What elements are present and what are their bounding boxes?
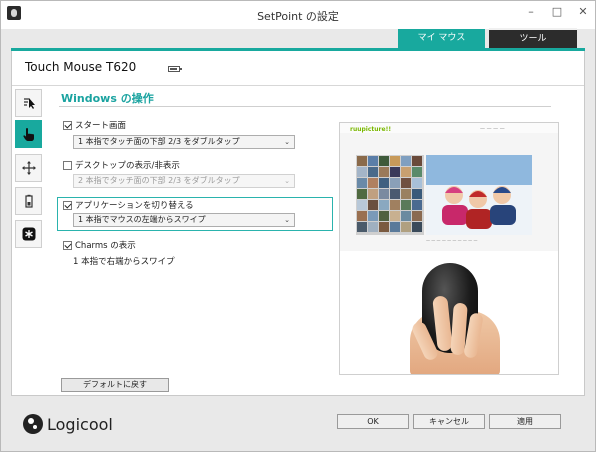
- start-screen-select-value: 1 本指でタッチ面の下部 2/3 をダブルタップ: [78, 137, 240, 146]
- move-arrows-icon: [22, 161, 36, 175]
- chevron-down-icon: ⌄: [284, 216, 290, 224]
- section-divider: [59, 106, 551, 107]
- tab-my-mouse[interactable]: マイ マウス: [398, 29, 485, 48]
- app-switch-select[interactable]: 1 本指でマウスの左端からスワイプ ⌄: [73, 213, 295, 227]
- sidebar-item-pointer[interactable]: [15, 89, 42, 117]
- setpoint-window: SetPoint の設定 – □ ✕ マイ マウス ツール Touch Mous…: [0, 0, 596, 452]
- charms-label: Charms の表示: [75, 241, 136, 251]
- desktop-toggle-checkbox[interactable]: [63, 160, 72, 170]
- app-switch-label: アプリケーションを切り替える: [75, 201, 194, 211]
- tab-tools[interactable]: ツール: [489, 28, 577, 49]
- hand-touch-icon: [23, 128, 34, 141]
- title-bar: SetPoint の設定 – □ ✕: [1, 1, 595, 29]
- desktop-toggle-label: デスクトップの表示/非表示: [75, 161, 180, 171]
- kids-in-snow-photo: [426, 155, 532, 235]
- preview-featured-photo: [426, 155, 532, 235]
- window-title: SetPoint の設定: [257, 10, 339, 23]
- app-switch-option[interactable]: アプリケーションを切り替える: [63, 199, 194, 211]
- maximize-button[interactable]: □: [544, 2, 570, 22]
- logicool-logo-icon: [23, 414, 43, 434]
- desktop-toggle-select-value: 2 本指でタッチ面の下部 2/3 をダブルタップ: [78, 176, 240, 185]
- start-screen-checkbox[interactable]: [63, 120, 72, 130]
- sidebar-item-battery[interactable]: [15, 187, 42, 215]
- sidebar-item-other[interactable]: [15, 220, 42, 248]
- close-button[interactable]: ✕: [570, 2, 596, 22]
- section-title: Windows の操作: [61, 92, 154, 105]
- gesture-preview: ruupicture!! — — — — — — — — — — — — — —: [339, 122, 559, 375]
- preview-gesture-area: [340, 251, 558, 374]
- charms-checkbox[interactable]: [63, 240, 72, 250]
- start-screen-label: スタート画面: [75, 121, 127, 131]
- start-screen-option[interactable]: スタート画面: [63, 119, 126, 131]
- apply-button[interactable]: 適用: [489, 414, 561, 429]
- restore-defaults-button[interactable]: デフォルトに戻す: [61, 378, 169, 392]
- minimize-button[interactable]: –: [518, 2, 544, 22]
- preview-caption: — — — — — — — — — —: [426, 238, 478, 243]
- cancel-button[interactable]: キャンセル: [413, 414, 485, 429]
- logicool-logo-text: Logicool: [47, 414, 113, 434]
- pointer-speed-icon: [24, 98, 35, 109]
- preview-site-logo: ruupicture!!: [350, 126, 392, 133]
- asterisk-icon: [22, 227, 36, 241]
- chevron-down-icon: ⌄: [284, 177, 290, 185]
- app-switch-select-value: 1 本指でマウスの左端からスワイプ: [78, 215, 206, 224]
- charms-option[interactable]: Charms の表示: [63, 239, 136, 251]
- preview-site-nav: — — — —: [480, 126, 505, 132]
- logicool-logo: Logicool: [23, 414, 113, 434]
- preview-thumbnail-grid: [356, 155, 424, 235]
- sidebar-item-touch[interactable]: [15, 120, 42, 148]
- ok-button[interactable]: OK: [337, 414, 409, 429]
- desktop-toggle-select: 2 本指でタッチ面の下部 2/3 をダブルタップ ⌄: [73, 174, 295, 188]
- sidebar-item-scroll[interactable]: [15, 154, 42, 182]
- chevron-down-icon: ⌄: [284, 138, 290, 146]
- app-switch-checkbox[interactable]: [63, 200, 72, 210]
- battery-icon: [168, 66, 182, 72]
- device-name: Touch Mouse T620: [25, 60, 137, 74]
- charms-description: 1 本指で右端からスワイプ: [73, 257, 175, 267]
- preview-screen: ruupicture!! — — — — — — — — — — — — — —: [340, 123, 558, 251]
- battery-icon: [25, 194, 33, 208]
- desktop-toggle-option[interactable]: デスクトップの表示/非表示: [63, 159, 180, 171]
- start-screen-select[interactable]: 1 本指でタッチ面の下部 2/3 をダブルタップ ⌄: [73, 135, 295, 149]
